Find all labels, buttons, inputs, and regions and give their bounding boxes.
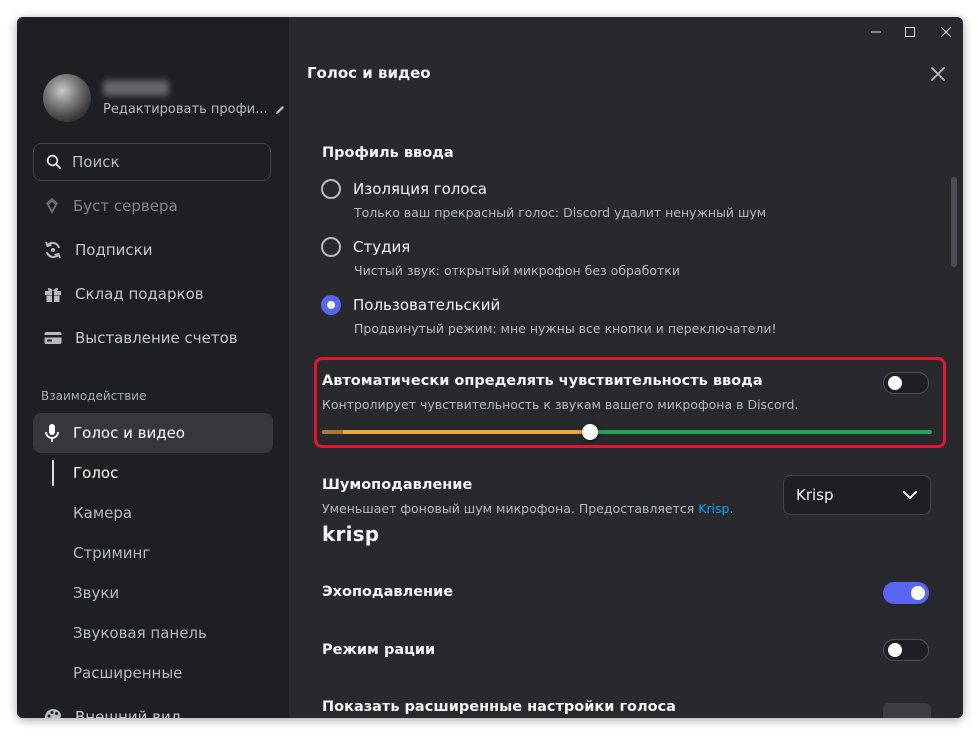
title-bar — [17, 17, 963, 47]
sidebar-item-server-boost[interactable]: Буст сервера — [33, 186, 273, 226]
minimize-icon — [871, 31, 881, 33]
radio-button[interactable] — [321, 237, 341, 257]
radio-label: Студия — [353, 238, 411, 256]
search-input[interactable] — [72, 153, 252, 171]
auto-sensitivity-heading: Автоматически определять чувствительност… — [322, 373, 763, 389]
sidebar-item-subscriptions[interactable]: Подписки — [33, 230, 273, 270]
radio-label: Пользовательский — [353, 296, 501, 314]
page-title: Голос и видео — [307, 64, 431, 82]
noise-suppression-select[interactable]: Krisp — [783, 475, 931, 515]
noise-desc-suffix: . — [729, 501, 734, 516]
close-icon — [941, 27, 951, 37]
advanced-voice-label: Показать расширенные настройки голоса — [322, 699, 676, 715]
sidebar-section-label: Взаимодействие — [41, 389, 147, 403]
sidebar-item-label: Склад подарков — [75, 285, 204, 303]
gift-icon — [45, 287, 61, 302]
sensitivity-slider-handle[interactable] — [582, 424, 598, 440]
radio-custom[interactable]: Пользовательский — [321, 295, 500, 315]
sidebar-item-label: Буст сервера — [73, 197, 178, 215]
slider-fill-low — [322, 430, 590, 434]
sidebar-item-voice-video[interactable]: Голос и видео — [33, 413, 273, 453]
subitem-camera[interactable]: Камера — [73, 504, 132, 522]
chevron-down-icon — [903, 491, 917, 499]
subitem-advanced[interactable]: Расширенные — [73, 664, 182, 682]
active-subitem-indicator — [52, 460, 54, 486]
close-settings-button[interactable] — [927, 63, 949, 85]
avatar[interactable] — [43, 74, 91, 122]
echo-cancellation-toggle[interactable] — [883, 582, 929, 604]
auto-sensitivity-toggle[interactable] — [883, 372, 929, 394]
krisp-link[interactable]: Krisp — [698, 501, 729, 516]
noise-suppression-desc: Уменьшает фоновый шум микрофона. Предост… — [322, 501, 733, 516]
sidebar-item-label: Выставление счетов — [75, 329, 238, 347]
boost-icon — [46, 198, 58, 214]
radio-label: Изоляция голоса — [353, 180, 487, 198]
sidebar-item-label: Подписки — [75, 241, 153, 259]
pencil-icon — [275, 105, 284, 114]
microphone-icon — [45, 424, 59, 442]
radio-description: Чистый звук: открытый микрофон без обраб… — [354, 263, 680, 278]
auto-sensitivity-desc: Контролирует чувствительность к звукам в… — [322, 397, 799, 412]
window-close-button[interactable] — [929, 17, 963, 47]
subitem-voice[interactable]: Голос — [73, 464, 118, 482]
minimize-button[interactable] — [859, 17, 893, 47]
settings-content: Голос и видео Профиль ввода Изоляция гол… — [289, 17, 963, 718]
sensitivity-slider-track[interactable] — [322, 430, 932, 434]
content-scrollbar[interactable] — [951, 177, 957, 267]
app-window: Редактировать профи... Буст сервера Подп… — [17, 17, 963, 718]
sidebar-item-label: Внешний вид — [75, 708, 182, 718]
radio-description: Продвинутый режим: мне нужны все кнопки … — [354, 321, 777, 336]
sidebar-item-billing[interactable]: Выставление счетов — [33, 318, 273, 358]
maximize-icon — [905, 27, 915, 37]
sidebar-item-gift-inventory[interactable]: Склад подарков — [33, 274, 273, 314]
krisp-logo: krisp — [322, 522, 380, 546]
sidebar-item-appearance[interactable]: Внешний вид — [33, 697, 273, 718]
noise-desc-text: Уменьшает фоновый шум микрофона. Предост… — [322, 501, 699, 516]
push-to-talk-label: Режим рации — [322, 642, 436, 658]
radio-description: Только ваш прекрасный голос: Discord уда… — [354, 205, 767, 220]
input-profile-heading: Профиль ввода — [322, 145, 454, 161]
advanced-voice-toggle[interactable] — [883, 703, 931, 718]
subitem-soundboard[interactable]: Звуковая панель — [73, 624, 207, 642]
echo-cancellation-label: Эхоподавление — [322, 584, 454, 600]
maximize-button[interactable] — [893, 17, 927, 47]
noise-suppression-heading: Шумоподавление — [322, 477, 473, 493]
subitem-streaming[interactable]: Стриминг — [73, 544, 150, 562]
push-to-talk-toggle[interactable] — [883, 639, 929, 661]
close-icon — [931, 67, 945, 81]
radio-voice-isolation[interactable]: Изоляция голоса — [321, 179, 487, 199]
mic-level-indicator — [322, 430, 343, 434]
radio-button-checked[interactable] — [321, 295, 341, 315]
search-icon — [46, 154, 61, 169]
radio-studio[interactable]: Студия — [321, 237, 410, 257]
username-blurred — [103, 80, 169, 96]
palette-icon — [45, 709, 61, 718]
slider-fill-high — [590, 430, 932, 434]
subitem-sounds[interactable]: Звуки — [73, 584, 119, 602]
search-box[interactable] — [33, 143, 271, 181]
settings-sidebar: Редактировать профи... Буст сервера Подп… — [17, 17, 289, 718]
select-value: Krisp — [796, 486, 834, 504]
card-icon — [44, 332, 62, 344]
refresh-icon — [45, 241, 61, 259]
radio-button[interactable] — [321, 179, 341, 199]
edit-profile-link[interactable]: Редактировать профи... — [103, 102, 286, 117]
edit-profile-label: Редактировать профи... — [103, 102, 268, 117]
sidebar-item-label: Голос и видео — [73, 424, 185, 442]
